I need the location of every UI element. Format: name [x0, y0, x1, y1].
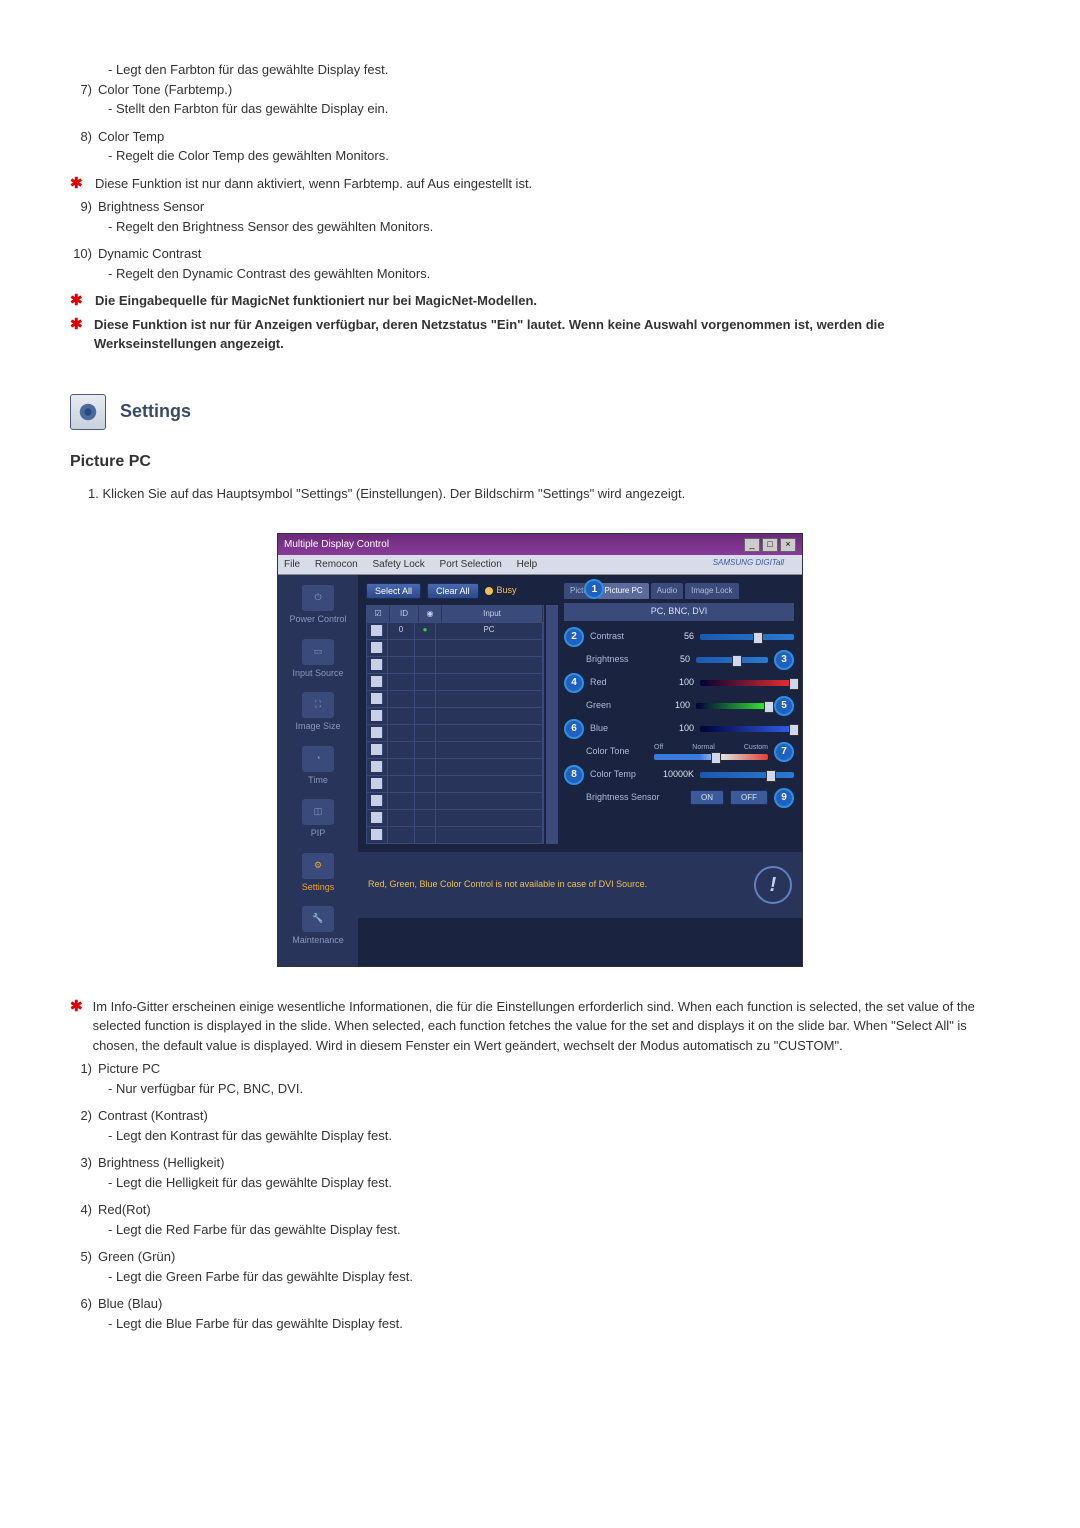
color-tone-slider[interactable]	[654, 754, 768, 760]
color-temp-control: 8 Color Temp 10000K	[564, 765, 794, 785]
select-all-button[interactable]: Select All	[366, 583, 421, 599]
star-icon: ✱	[70, 997, 83, 1056]
sensor-off-button[interactable]: OFF	[730, 790, 768, 805]
color-temp-slider[interactable]	[700, 772, 794, 778]
green-control: Green 100 5	[564, 696, 794, 716]
pip-icon: ◫	[302, 799, 334, 825]
menu-safety-lock[interactable]: Safety Lock	[373, 559, 425, 570]
info-icon: !	[754, 866, 792, 904]
app-title: Multiple Display Control	[284, 537, 389, 552]
list-title: Color Temp	[98, 127, 164, 147]
app-footer: Red, Green, Blue Color Control is not av…	[358, 852, 802, 918]
color-tone-control: Color Tone OffNormalCustom 7	[564, 742, 794, 762]
blue-slider[interactable]	[700, 726, 794, 732]
menu-remocon[interactable]: Remocon	[315, 559, 358, 570]
sidebar-item-pip[interactable]: ◫PIP	[278, 799, 358, 841]
star-note: ✱Diese Funktion ist nur dann aktiviert, …	[70, 174, 1010, 194]
list-num: 8)	[70, 127, 92, 147]
sidebar-item-settings[interactable]: ⚙Settings	[278, 853, 358, 895]
section-title: Settings	[120, 398, 191, 425]
sub-heading: Picture PC	[70, 450, 1010, 474]
input-icon: ▭	[302, 639, 334, 665]
image-size-icon: ⛶	[302, 692, 334, 718]
step-text: 1. Klicken Sie auf das Hauptsymbol "Sett…	[88, 484, 1010, 504]
tab-image-lock[interactable]: Image Lock	[685, 583, 738, 599]
list-sub: - Stellt den Farbton für das gewählte Di…	[108, 99, 1010, 119]
menu-help[interactable]: Help	[517, 559, 538, 570]
callout-5: 5	[774, 696, 794, 716]
brightness-control: Brightness 50 3	[564, 650, 794, 670]
time-icon: ◔	[302, 746, 334, 772]
titlebar: Multiple Display Control _ □ ×	[278, 534, 802, 555]
blue-control: 6 Blue 100	[564, 719, 794, 739]
menu-file[interactable]: File	[284, 559, 300, 570]
red-slider[interactable]	[700, 680, 794, 686]
clear-all-button[interactable]: Clear All	[427, 583, 479, 599]
tabs: Pictur1 Picture PC Audio Image Lock	[564, 583, 794, 599]
sensor-on-button[interactable]: ON	[690, 790, 724, 805]
app-window: Multiple Display Control _ □ × File Remo…	[277, 533, 803, 967]
callout-4: 4	[564, 673, 584, 693]
red-control: 4 Red 100	[564, 673, 794, 693]
grid-header: ☑ ID ◉ Input	[367, 606, 543, 622]
display-grid: ☑ ID ◉ Input 0 ● PC	[366, 605, 544, 844]
settings-panel: Pictur1 Picture PC Audio Image Lock PC, …	[564, 583, 794, 844]
star-icon: ✱	[70, 291, 85, 311]
star-note-bold: ✱Die Eingabequelle für MagicNet funktion…	[70, 291, 1010, 311]
star-icon: ✱	[70, 174, 85, 194]
mode-indicator: PC, BNC, DVI	[564, 603, 794, 621]
prior-list: - Legt den Farbton für das gewählte Disp…	[70, 60, 1010, 166]
contrast-slider[interactable]	[700, 634, 794, 640]
tab-picture[interactable]: Pictur1	[564, 583, 596, 599]
busy-indicator: Busy	[485, 584, 517, 598]
callout-2: 2	[564, 627, 584, 647]
sidebar-item-time[interactable]: ◔Time	[278, 746, 358, 788]
after-list: 1)Picture PC- Nur verfügbar für PC, BNC,…	[70, 1059, 1010, 1333]
list-num: 7)	[70, 80, 92, 100]
list-sub: - Legt den Farbton für das gewählte Disp…	[108, 60, 1010, 80]
footer-warning: Red, Green, Blue Color Control is not av…	[368, 878, 734, 892]
sidebar-item-input-source[interactable]: ▭Input Source	[278, 639, 358, 681]
brand-label: SAMSUNG DIGITall	[713, 557, 784, 569]
maximize-button[interactable]: □	[762, 538, 778, 552]
menubar: File Remocon Safety Lock Port Selection …	[278, 555, 802, 575]
callout-9: 9	[774, 788, 794, 808]
brightness-slider[interactable]	[696, 657, 768, 663]
star-note-bold: ✱Diese Funktion ist nur für Anzeigen ver…	[70, 315, 1010, 354]
callout-8: 8	[564, 765, 584, 785]
callout-6: 6	[564, 719, 584, 739]
minimize-button[interactable]: _	[744, 538, 760, 552]
toolbar: Select All Clear All Busy	[366, 583, 558, 599]
star-note: ✱Im Info-Gitter erscheinen einige wesent…	[70, 997, 1010, 1056]
sidebar-item-maintenance[interactable]: 🔧Maintenance	[278, 906, 358, 948]
close-button[interactable]: ×	[780, 538, 796, 552]
power-icon: ⏻	[302, 585, 334, 611]
checkbox-icon[interactable]	[371, 625, 383, 636]
contrast-control: 2 Contrast 56	[564, 627, 794, 647]
star-icon: ✱	[70, 315, 84, 354]
section-header: Settings	[70, 394, 1010, 430]
maintenance-icon: 🔧	[302, 906, 334, 932]
callout-7: 7	[774, 742, 794, 762]
busy-dot-icon	[485, 587, 493, 595]
sidebar: ⏻Power Control ▭Input Source ⛶Image Size…	[278, 575, 358, 966]
list-title: Color Tone (Farbtemp.)	[98, 80, 232, 100]
sidebar-item-power-control[interactable]: ⏻Power Control	[278, 585, 358, 627]
prior-list-2: 9)Brightness Sensor- Regelt den Brightne…	[70, 197, 1010, 283]
green-slider[interactable]	[696, 703, 768, 709]
list-sub: - Regelt die Color Temp des gewählten Mo…	[108, 146, 1010, 166]
menu-port-selection[interactable]: Port Selection	[440, 559, 502, 570]
tab-audio[interactable]: Audio	[651, 583, 683, 599]
callout-3: 3	[774, 650, 794, 670]
brightness-sensor-control: Brightness Sensor ON OFF 9	[564, 788, 794, 808]
settings-icon: ⚙	[302, 853, 334, 879]
grid-row[interactable]: 0 ● PC	[367, 622, 543, 639]
settings-section-icon	[70, 394, 106, 430]
grid-scrollbar[interactable]	[546, 605, 558, 844]
tab-picture-pc[interactable]: Picture PC	[598, 583, 648, 599]
sidebar-item-image-size[interactable]: ⛶Image Size	[278, 692, 358, 734]
